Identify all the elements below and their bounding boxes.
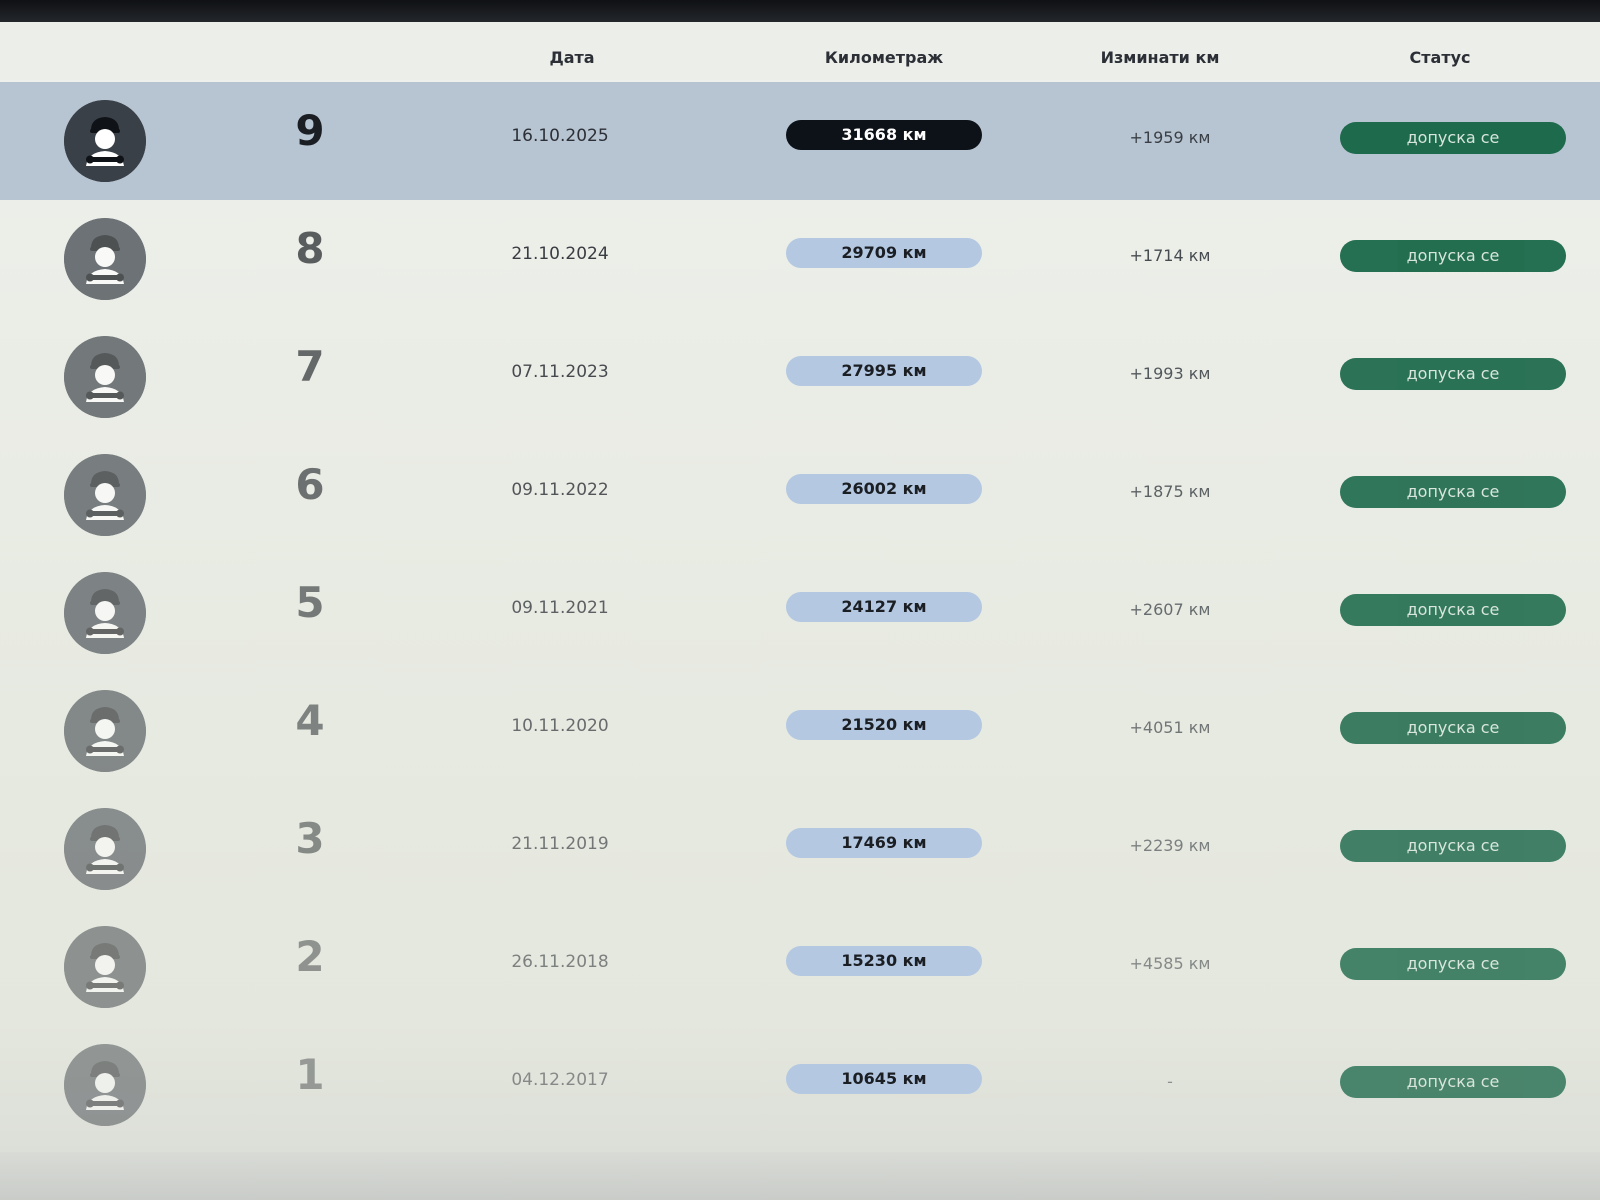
column-header-date: Дата	[549, 48, 595, 67]
inspection-number: 9	[295, 106, 325, 155]
inspection-date: 07.11.2023	[511, 362, 609, 382]
status-badge: допуска се	[1340, 122, 1566, 154]
inspection-number: 2	[295, 932, 325, 981]
mileage-badge: 10645 км	[786, 1064, 982, 1094]
traveled-km: -	[1167, 1072, 1173, 1091]
inspection-number: 8	[295, 224, 325, 273]
mechanic-icon	[64, 690, 146, 772]
inspection-history-table: Дата Километраж Изминати км Статус 9 16.1…	[0, 22, 1600, 1200]
status-badge: допуска се	[1340, 712, 1566, 744]
mileage-badge: 24127 км	[786, 592, 982, 622]
inspection-number: 1	[295, 1050, 325, 1099]
table-row[interactable]: 2 26.11.2018 15230 км +4585 км допуска се	[0, 908, 1600, 1026]
table-row[interactable]: 9 16.10.2025 31668 км +1959 км допуска се	[0, 82, 1600, 200]
traveled-km: +1993 км	[1129, 364, 1211, 383]
inspection-number: 6	[295, 460, 325, 509]
status-badge: допуска се	[1340, 594, 1566, 626]
column-header-status: Статус	[1409, 48, 1471, 67]
inspection-date: 26.11.2018	[511, 952, 609, 972]
traveled-km: +4585 км	[1129, 954, 1211, 973]
mechanic-icon	[64, 572, 146, 654]
screen-bottom-edge	[0, 1152, 1600, 1200]
table-header: Дата Километраж Изминати км Статус	[0, 22, 1600, 80]
traveled-km: +1714 км	[1129, 246, 1211, 265]
mileage-badge: 29709 км	[786, 238, 982, 268]
mileage-badge: 26002 км	[786, 474, 982, 504]
table-row[interactable]: 7 07.11.2023 27995 км +1993 км допуска се	[0, 318, 1600, 436]
inspection-date: 10.11.2020	[511, 716, 609, 736]
inspection-date: 09.11.2022	[511, 480, 609, 500]
status-badge: допуска се	[1340, 830, 1566, 862]
inspection-date: 21.11.2019	[511, 834, 609, 854]
mechanic-icon	[64, 454, 146, 536]
inspection-date: 16.10.2025	[511, 126, 609, 146]
status-badge: допуска се	[1340, 948, 1566, 980]
table-row[interactable]: 4 10.11.2020 21520 км +4051 км допуска се	[0, 672, 1600, 790]
mileage-badge: 17469 км	[786, 828, 982, 858]
table-row[interactable]: 3 21.11.2019 17469 км +2239 км допуска се	[0, 790, 1600, 908]
column-header-traveled: Изминати км	[1100, 48, 1220, 67]
traveled-km: +2607 км	[1129, 600, 1211, 619]
table-row[interactable]: 1 04.12.2017 10645 км - допуска се	[0, 1026, 1600, 1144]
mechanic-icon	[64, 336, 146, 418]
inspection-date: 04.12.2017	[511, 1070, 609, 1090]
mechanic-icon	[64, 100, 146, 182]
mileage-badge: 15230 км	[786, 946, 982, 976]
table-row[interactable]: 8 21.10.2024 29709 км +1714 км допуска се	[0, 200, 1600, 318]
inspection-number: 7	[295, 342, 325, 391]
inspection-date: 09.11.2021	[511, 598, 609, 618]
mechanic-icon	[64, 1044, 146, 1126]
traveled-km: +1959 км	[1129, 128, 1211, 147]
mileage-badge: 31668 км	[786, 120, 982, 150]
status-badge: допуска се	[1340, 1066, 1566, 1098]
mechanic-icon	[64, 218, 146, 300]
traveled-km: +2239 км	[1129, 836, 1211, 855]
traveled-km: +4051 км	[1129, 718, 1211, 737]
inspection-number: 4	[295, 696, 325, 745]
table-row[interactable]: 5 09.11.2021 24127 км +2607 км допуска се	[0, 554, 1600, 672]
status-badge: допуска се	[1340, 476, 1566, 508]
browser-bookmarks-bar	[0, 0, 1600, 22]
inspection-number: 5	[295, 578, 325, 627]
status-badge: допуска се	[1340, 358, 1566, 390]
inspection-number: 3	[295, 814, 325, 863]
status-badge: допуска се	[1340, 240, 1566, 272]
mileage-badge: 27995 км	[786, 356, 982, 386]
traveled-km: +1875 км	[1129, 482, 1211, 501]
inspection-date: 21.10.2024	[511, 244, 609, 264]
table-row[interactable]: 6 09.11.2022 26002 км +1875 км допуска се	[0, 436, 1600, 554]
mechanic-icon	[64, 926, 146, 1008]
mileage-badge: 21520 км	[786, 710, 982, 740]
column-header-mileage: Километраж	[824, 48, 944, 67]
mechanic-icon	[64, 808, 146, 890]
